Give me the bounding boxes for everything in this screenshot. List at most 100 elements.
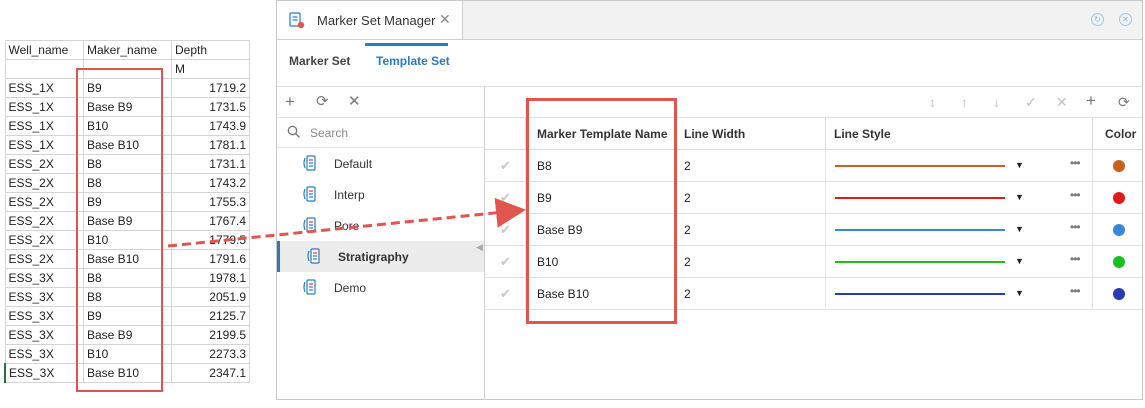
depth-cell[interactable]: 1743.9 — [171, 116, 250, 136]
dropdown-caret-icon[interactable]: ▼ — [1015, 160, 1024, 170]
check-icon[interactable]: ✔ — [500, 158, 511, 174]
dropdown-caret-icon[interactable]: ▼ — [1015, 192, 1024, 202]
depth-cell[interactable]: 1781.1 — [171, 135, 250, 155]
more-options-icon[interactable]: ••• — [1070, 284, 1081, 298]
marker-set-app-icon — [289, 12, 305, 29]
well-name-cell[interactable]: ESS_3X — [4, 306, 84, 326]
line-style-preview[interactable] — [835, 229, 1005, 231]
well-name-cell[interactable]: ESS_2X — [4, 211, 84, 231]
add-icon[interactable]: + — [1086, 92, 1096, 109]
check-icon[interactable]: ✔ — [500, 286, 511, 302]
splitter-handle-icon[interactable]: ◀ — [476, 242, 483, 253]
line-style-preview[interactable] — [835, 293, 1005, 295]
search-box[interactable]: Search — [277, 118, 484, 148]
well-name-cell[interactable]: ESS_3X — [4, 287, 84, 307]
line-width-value[interactable]: 2 — [684, 287, 691, 301]
close-window-icon[interactable]: ✕ — [1119, 13, 1132, 26]
depth-cell[interactable]: 2125.7 — [171, 306, 250, 326]
sheet-unit-cell[interactable]: M — [171, 59, 250, 79]
line-style-preview[interactable] — [835, 197, 1005, 199]
sheet-header-depth[interactable]: Depth — [171, 40, 250, 60]
depth-cell[interactable]: 2273.3 — [171, 344, 250, 364]
confirm-icon[interactable]: ✓ — [1025, 95, 1037, 110]
move-icon[interactable]: ↕ — [929, 95, 936, 110]
close-icon[interactable]: ✕ — [348, 94, 361, 109]
template-set-item[interactable]: Default — [277, 148, 484, 179]
well-name-cell[interactable]: ESS_2X — [4, 230, 84, 250]
more-options-icon[interactable]: ••• — [1070, 252, 1081, 266]
well-name-cell[interactable]: ESS_3X — [4, 268, 84, 288]
template-set-label: Interp — [334, 188, 365, 202]
check-icon[interactable]: ✔ — [500, 222, 511, 238]
line-style-preview[interactable] — [835, 165, 1005, 167]
refresh-icon[interactable]: ⟳ — [1118, 95, 1130, 110]
depth-cell[interactable]: 1791.6 — [171, 249, 250, 269]
column-header-color[interactable]: Color — [1105, 127, 1136, 141]
search-icon — [287, 125, 300, 138]
line-width-value[interactable]: 2 — [684, 223, 691, 237]
tab-template-set[interactable]: Template Set — [376, 54, 450, 68]
well-name-cell[interactable]: ESS_1X — [4, 97, 84, 117]
template-set-item[interactable]: Pore — [277, 210, 484, 241]
well-name-cell[interactable]: ESS_2X — [4, 192, 84, 212]
line-width-value[interactable]: 2 — [684, 191, 691, 205]
dropdown-caret-icon[interactable]: ▼ — [1015, 288, 1024, 298]
color-swatch[interactable] — [1113, 256, 1125, 268]
sheet-header-marker[interactable]: Maker_name — [83, 40, 172, 60]
sheet-header-well[interactable]: Well_name — [4, 40, 84, 60]
well-name-cell[interactable]: ESS_2X — [4, 154, 84, 174]
template-set-item[interactable]: Demo — [277, 272, 484, 303]
line-style-preview[interactable] — [835, 261, 1005, 263]
line-width-value[interactable]: 2 — [684, 159, 691, 173]
dropdown-caret-icon[interactable]: ▼ — [1015, 256, 1024, 266]
depth-cell[interactable]: 1767.4 — [171, 211, 250, 231]
depth-cell[interactable]: 1978.1 — [171, 268, 250, 288]
sheet-cell[interactable] — [4, 59, 84, 79]
search-input[interactable]: Search — [310, 126, 348, 140]
depth-cell[interactable]: 1731.5 — [171, 97, 250, 117]
marker-set-manager-window: Marker Set Manager ✕ ↻ ✕ Marker Set Temp… — [276, 0, 1143, 400]
line-width-value[interactable]: 2 — [684, 255, 691, 269]
well-name-cell[interactable]: ESS_3X — [4, 363, 84, 383]
color-swatch[interactable] — [1113, 192, 1125, 204]
refresh-icon[interactable]: ⟳ — [316, 94, 329, 109]
template-set-item[interactable]: Stratigraphy — [277, 241, 484, 272]
check-icon[interactable]: ✔ — [500, 190, 511, 206]
well-name-cell[interactable]: ESS_2X — [4, 249, 84, 269]
template-set-label: Pore — [334, 219, 360, 233]
well-name-cell[interactable]: ESS_1X — [4, 135, 84, 155]
color-swatch[interactable] — [1113, 160, 1125, 172]
well-name-cell[interactable]: ESS_1X — [4, 78, 84, 98]
well-name-cell[interactable]: ESS_3X — [4, 344, 84, 364]
well-name-cell[interactable]: ESS_3X — [4, 325, 84, 345]
well-name-cell[interactable]: ESS_2X — [4, 173, 84, 193]
template-set-item[interactable]: Interp — [277, 179, 484, 210]
color-swatch[interactable] — [1113, 288, 1125, 300]
depth-cell[interactable]: 2051.9 — [171, 287, 250, 307]
depth-cell[interactable]: 1719.2 — [171, 78, 250, 98]
restore-icon[interactable]: ↻ — [1091, 13, 1104, 26]
document-tab[interactable]: Marker Set Manager ✕ — [277, 1, 463, 39]
depth-cell[interactable]: 1731.1 — [171, 154, 250, 174]
depth-cell[interactable]: 1743.2 — [171, 173, 250, 193]
close-tab-icon[interactable]: ✕ — [439, 11, 451, 28]
check-icon[interactable]: ✔ — [500, 254, 511, 270]
delete-icon[interactable]: ✕ — [1056, 95, 1068, 110]
plus-icon[interactable]: + — [285, 93, 295, 110]
more-options-icon[interactable]: ••• — [1070, 188, 1081, 202]
color-swatch[interactable] — [1113, 224, 1125, 236]
tab-marker-set[interactable]: Marker Set — [289, 54, 350, 68]
depth-cell[interactable]: 2347.1 — [171, 363, 250, 383]
more-options-icon[interactable]: ••• — [1070, 220, 1081, 234]
column-header-line-style[interactable]: Line Style — [834, 127, 891, 141]
move-down-icon[interactable]: ↓ — [993, 95, 1000, 110]
more-options-icon[interactable]: ••• — [1070, 156, 1081, 170]
well-name-cell[interactable]: ESS_1X — [4, 116, 84, 136]
dropdown-caret-icon[interactable]: ▼ — [1015, 224, 1024, 234]
column-header-line-width[interactable]: Line Width — [684, 127, 745, 141]
depth-cell[interactable]: 2199.5 — [171, 325, 250, 345]
active-tab-indicator — [365, 43, 448, 46]
move-up-icon[interactable]: ↑ — [961, 95, 968, 110]
depth-cell[interactable]: 1755.3 — [171, 192, 250, 212]
depth-cell[interactable]: 1779.5 — [171, 230, 250, 250]
